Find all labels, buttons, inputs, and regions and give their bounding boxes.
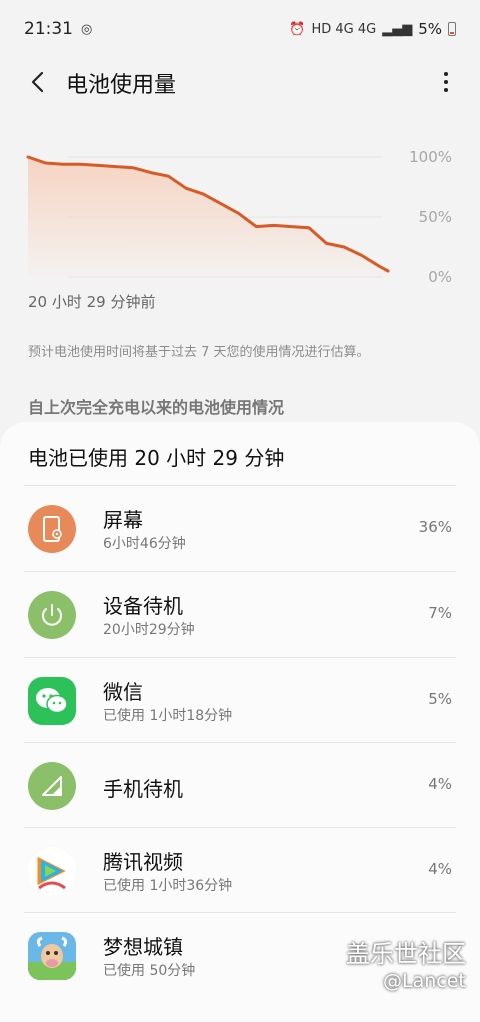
wechat-icon: [28, 677, 76, 725]
row-detail: 6小时46分钟: [103, 536, 186, 552]
battery-icon: [448, 22, 456, 36]
watermark-text: 盖乐世社区: [346, 940, 466, 968]
row-detail: 已使用 50分钟: [103, 963, 196, 979]
usage-card: 电池已使用 20 小时 29 分钟 屏幕 6小时46分钟 36% 设备待机 20…: [0, 422, 480, 1022]
section-header: 自上次完全充电以来的电池使用情况: [28, 398, 285, 417]
alarm-icon: ⏰: [289, 21, 306, 37]
battery-chart: 100% 50% 0%: [20, 140, 460, 290]
estimate-note: 预计电池使用时间将基于过去 7 天您的使用情况进行估算。: [28, 345, 370, 360]
signal-icon: [28, 762, 76, 810]
row-percent: 4%: [428, 860, 452, 878]
network-indicators: HD 4G 4G: [311, 21, 377, 37]
row-title: 设备待机: [103, 594, 183, 618]
chevron-left-icon: [31, 71, 44, 93]
row-title: 手机待机: [103, 777, 183, 801]
more-dot: [444, 80, 448, 84]
usage-row-device-standby[interactable]: 设备待机 20小时29分钟 7%: [0, 572, 480, 658]
tencent-video-icon: [28, 847, 76, 895]
row-percent: 36%: [418, 518, 452, 536]
y-tick-label: 50%: [418, 208, 452, 226]
power-icon: [28, 591, 76, 639]
row-detail: 已使用 1小时18分钟: [103, 708, 233, 724]
screen-icon: [28, 505, 76, 553]
township-icon: [28, 932, 76, 980]
status-bar: 21:31 ◎ ⏰ HD 4G 4G ▂▄▆ 5%: [0, 0, 480, 58]
row-percent: 5%: [428, 690, 452, 708]
chart-x-caption: 20 小时 29 分钟前: [28, 293, 156, 311]
row-title: 屏幕: [103, 508, 143, 532]
status-time: 21:31: [24, 19, 73, 39]
more-dot: [444, 88, 448, 92]
row-detail: 已使用 1小时36分钟: [103, 878, 233, 894]
usage-row-phone-standby[interactable]: 手机待机 4%: [0, 743, 480, 829]
usage-row-screen[interactable]: 屏幕 6小时46分钟 36%: [0, 486, 480, 572]
row-title: 梦想城镇: [103, 935, 183, 959]
y-tick-label: 100%: [409, 148, 452, 166]
usage-row-tencent-video[interactable]: 腾讯视频 已使用 1小时36分钟 4%: [0, 828, 480, 914]
usage-row-wechat[interactable]: 微信 已使用 1小时18分钟 5%: [0, 658, 480, 744]
sync-icon: ◎: [81, 21, 93, 37]
battery-chart-svg: [26, 155, 390, 278]
row-percent: 7%: [428, 604, 452, 622]
y-tick-label: 0%: [428, 268, 452, 286]
back-button[interactable]: [22, 66, 54, 98]
more-options-button[interactable]: [434, 66, 458, 98]
status-right: ⏰ HD 4G 4G ▂▄▆ 5%: [289, 20, 456, 38]
row-detail: 20小时29分钟: [103, 622, 195, 638]
row-title: 微信: [103, 680, 143, 704]
usage-summary: 电池已使用 20 小时 29 分钟: [28, 446, 285, 470]
status-left: 21:31 ◎: [24, 19, 92, 39]
row-title: 腾讯视频: [103, 850, 183, 874]
app-bar: 电池使用量: [0, 56, 480, 108]
row-percent: 4%: [428, 775, 452, 793]
battery-percent: 5%: [418, 20, 442, 38]
page-title: 电池使用量: [66, 73, 177, 98]
signal-icon: ▂▄▆: [382, 21, 413, 37]
more-dot: [444, 72, 448, 76]
watermark-user: @Lancet: [383, 970, 466, 992]
